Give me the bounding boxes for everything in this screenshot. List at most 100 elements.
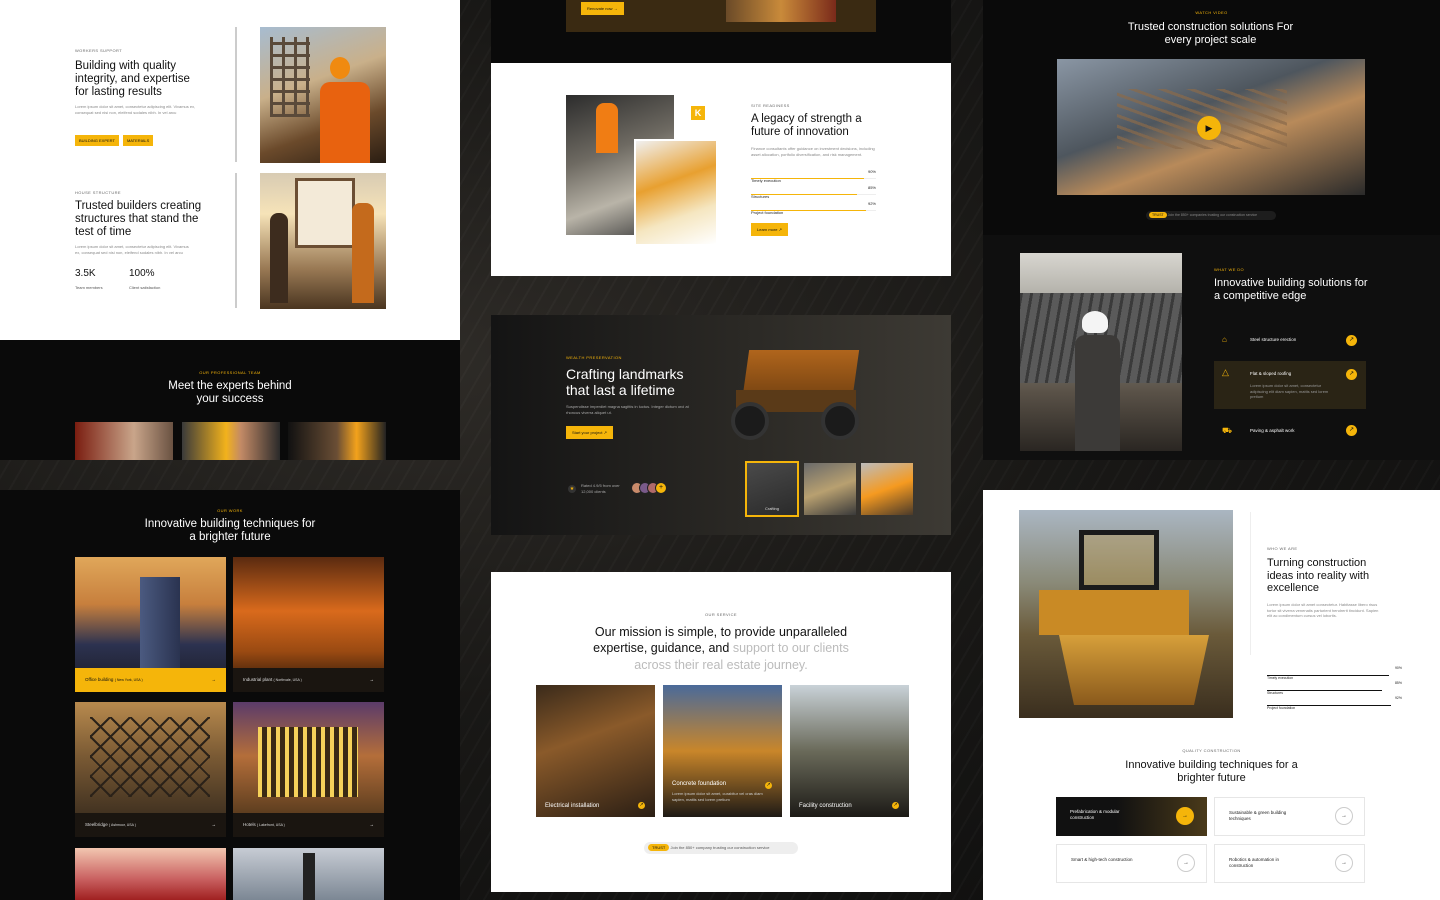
technique-tile-active[interactable]: Prefabrication & modular construction → [1056,797,1207,836]
progress-item: Timely execution 90% [1267,666,1402,681]
section-tag: Our service [705,612,737,617]
arrow-icon[interactable]: → [370,677,375,682]
section-title: Meet the experts behind your success [168,380,292,406]
tile-name: Sustainable & green building techniques [1229,810,1287,822]
builders-photo [260,173,386,309]
logo-icon: K [691,106,705,120]
arrow-icon[interactable]: ↗ [1346,335,1357,346]
divider [1250,512,1251,655]
arrow-icon[interactable]: ↗ [1346,369,1357,380]
roof-icon: △ [1222,367,1229,377]
add-icon[interactable]: + [655,482,667,494]
arrow-icon[interactable]: ↗ [892,802,899,809]
project-card[interactable]: Industrial plant ( Northvale, USA ) → [233,557,384,692]
star-icon: ★ [568,485,576,493]
service-card[interactable]: Facility construction ↗ [790,685,909,817]
project-location: ( New York, USA ) [114,678,143,682]
section-body: Finance consultants offer guidance on in… [751,146,875,157]
thumbnail[interactable] [861,463,913,515]
progress-item: Project foundation 92% [1267,696,1402,711]
section-tag: Our work [217,508,243,513]
progress-fill [751,178,864,179]
tag-chip[interactable]: Materials [122,135,154,146]
progress-fill [1267,690,1382,691]
arrow-icon[interactable]: → [1177,854,1195,872]
arrow-icon[interactable]: → [1176,807,1194,825]
tile-name: Smart & high-tech construction [1071,857,1133,862]
service-item[interactable]: ⛟ Paving & asphalt work ↗ [1214,421,1366,441]
panel-who-we-are: Who we are Turning construction ideas in… [983,490,1440,900]
technique-tile[interactable]: Smart & high-tech construction → [1056,844,1207,883]
arrow-icon[interactable]: → [1335,807,1353,825]
trust-pill: Trust Join the 850+ company trusting our… [644,842,798,854]
section-title: Turning construction ideas into reality … [1267,557,1370,595]
section-tag: House structure [75,190,122,195]
service-item-active[interactable]: △ Flat & sloped roofing Lorem ipsum dolo… [1214,361,1366,409]
tile-name: Robotics & automation in construction [1229,857,1280,869]
project-name: Industrial plant [243,677,273,682]
hero-card: Renovate now → [566,0,876,32]
divider [235,27,237,162]
start-project-button[interactable]: Start your project ↗ [566,426,613,439]
project-card[interactable] [233,848,384,900]
play-icon[interactable]: ▶ [1197,116,1221,140]
section-tag: Wealth preservation [566,355,622,360]
section-tag: Our professional team [199,370,261,375]
progress-fill [751,210,866,211]
section-title: Innovative building techniques for a bri… [144,518,316,544]
section-tag: Workers support [75,48,123,53]
dump-truck-illustration [726,340,866,450]
trust-pill: Trust Join the 850+ companies trusting o… [1146,211,1276,220]
roofer-photo [1020,253,1182,451]
technique-tile[interactable]: Robotics & automation in construction → [1214,844,1365,883]
arrow-icon[interactable]: → [212,677,217,682]
team-photo [75,422,173,460]
divider [235,173,237,308]
arrow-icon[interactable]: ↗ [1346,425,1357,436]
service-card[interactable]: Concrete foundation Lorem ipsum dolor si… [663,685,782,817]
progress-item: Structures 85% [1267,681,1402,696]
renovate-button[interactable]: Renovate now → [581,2,624,15]
section-tag: Who we are [1267,546,1298,551]
project-card[interactable]: Office building ( New York, USA ) → [75,557,226,692]
hero-title: Crafting landmarks that last a lifetime [566,366,684,399]
service-name: Electrical installation [545,803,600,809]
section-body: Lorem ipsum dolor sit amet, consectetur … [75,244,189,255]
stat-label: Client satisfaction [129,285,161,290]
arrow-icon[interactable]: → [212,822,217,827]
panel-work: Our work Innovative building techniques … [0,490,460,900]
section-title: Innovative building solutions for a comp… [1214,277,1368,302]
service-body: Lorem ipsum dolor sit amet, consectetur … [1250,383,1329,400]
paving-icon: ⛟ [1222,426,1233,435]
service-name: Facility construction [799,803,852,809]
project-card[interactable]: Steelbridge ( Ashmoor, USA ) → [75,702,226,837]
progress-value: 92% [867,201,876,206]
arrow-icon[interactable]: → [1335,854,1353,872]
panel-hero: Wealth preservation Crafting landmarks t… [491,315,951,535]
project-card[interactable]: Hotels ( Lakefront, USA ) → [233,702,384,837]
section-tag: Quality construction [1182,748,1241,753]
video-thumbnail[interactable]: ▶ [1057,59,1365,195]
thumbnail-active[interactable]: Crafting [745,461,799,517]
panel-legacy: K Site readiness A legacy of strength a … [491,63,951,276]
tile-name: Prefabrication & modular construction [1070,809,1120,821]
thumbnail[interactable] [804,463,856,515]
worker-photo [260,27,386,163]
panel-hero-bottom: Renovate now → [491,0,951,63]
learn-more-button[interactable]: Learn more ↗ [751,223,788,236]
section-title: Innovative building techniques for a bri… [1125,759,1298,784]
section-body: Lorem ipsum dolor sit amet consectetur. … [1267,602,1379,619]
arrow-icon[interactable]: → [370,822,375,827]
project-name: Office building [85,677,114,682]
section-title: Trusted construction solutions For every… [1127,21,1294,46]
progress-list: Timely execution 90% Structures 85% Projec… [751,169,876,217]
arrow-icon[interactable]: ↗ [638,802,645,809]
tag-chip[interactable]: Building expert [75,135,119,146]
arrow-icon[interactable]: ↗ [765,782,772,789]
progress-item: Project foundation 92% [751,201,876,217]
service-item[interactable]: ⌂ Steel structure erection ↗ [1214,330,1366,350]
service-card[interactable]: Electrical installation ↗ [536,685,655,817]
project-card[interactable] [75,848,226,900]
technique-tile[interactable]: Sustainable & green building techniques … [1214,797,1365,836]
section-title: Trusted builders creating structures tha… [75,200,202,239]
